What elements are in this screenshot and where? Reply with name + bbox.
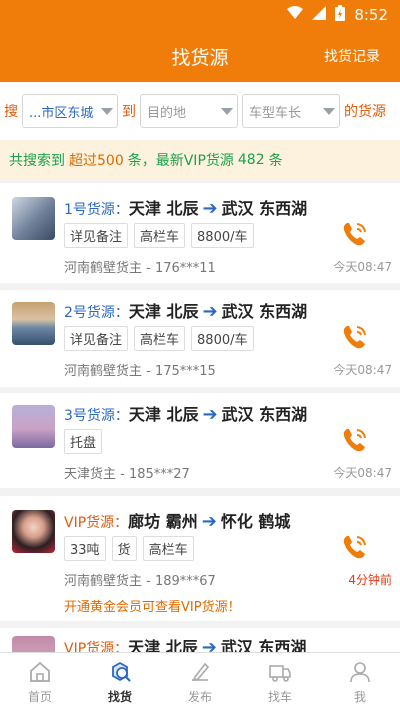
app-header: 找货源 找货记录 [0, 30, 400, 82]
find-cargo-icon [112, 661, 131, 682]
destination-select[interactable]: 目的地 [140, 94, 238, 128]
tab-me[interactable]: 我 [320, 653, 400, 710]
listing-tag: 详见备注 [64, 326, 129, 351]
summary-text: 条，最新VIP货源 [127, 153, 234, 169]
summary-text: 共搜索到 [9, 153, 65, 169]
vip-cargo-listing[interactable]: VIP货源：廊坊 霸州 ➔ 怀化 鹤城 33吨 货 高栏车 河南鹤壁货主 - 189… [0, 496, 400, 621]
phone-call-icon[interactable] [340, 425, 370, 455]
listing-tags: 托盘 [64, 429, 103, 454]
truck-icon [269, 664, 291, 682]
vip-promo-link[interactable]: 开通黄金会员可查看VIP货源！ [64, 596, 241, 615]
cargo-history-link[interactable]: 找货记录 [324, 46, 380, 66]
listing-number: 1号货源： [64, 202, 129, 218]
route-origin: 天津 北辰 [128, 302, 199, 321]
listing-number: 3号货源： [64, 408, 129, 424]
route-destination: 武汉 东西湖 [221, 302, 308, 321]
listing-owner: 河南鹤壁货主 - 189***67 [64, 574, 216, 589]
listing-time: 今天08:47 [333, 363, 392, 377]
search-filter-bar: 搜 ...市区东城 到 目的地 车型车长 的货源 [0, 82, 400, 140]
chevron-down-icon [323, 107, 335, 115]
wifi-icon [287, 6, 304, 24]
listing-tag: 详见备注 [64, 223, 129, 248]
listing-number: VIP货源： [64, 515, 129, 531]
chevron-down-icon [101, 107, 113, 115]
route-arrow-icon: ➔ [201, 511, 217, 532]
listing-number: 2号货源： [64, 305, 129, 321]
user-icon [350, 661, 370, 682]
route-origin: 天津 北辰 [128, 405, 199, 424]
phone-call-icon[interactable] [340, 532, 370, 562]
listing-time: 今天08:47 [333, 260, 392, 274]
route-destination: 怀化 鹤城 [220, 512, 291, 531]
status-time: 8:52 [354, 6, 388, 24]
listing-time: 今天08:47 [333, 466, 392, 480]
phone-call-icon[interactable] [340, 322, 370, 352]
listing-owner: 河南鹤壁货主 - 176***11 [64, 261, 216, 276]
listing-tag: 8800/车 [191, 223, 254, 248]
publish-icon [192, 662, 210, 681]
route-arrow-icon: ➔ [202, 198, 218, 219]
tab-label: 首页 [27, 689, 52, 704]
listing-thumbnail [12, 197, 55, 240]
listing-tag: 33吨 [64, 536, 106, 561]
result-summary: 共搜索到 超过500 条，最新VIP货源 482 条 [0, 140, 400, 180]
route-arrow-icon: ➔ [202, 301, 218, 322]
listing-owner: 天津货主 - 185***27 [64, 467, 190, 482]
cargo-listing[interactable]: 3号货源：天津 北辰 ➔ 武汉 东西湖 托盘 天津货主 - 185***27 今天0… [0, 393, 400, 488]
listing-owner: 河南鹤壁货主 - 175***15 [64, 364, 216, 379]
summary-vip-count: 482 [237, 152, 265, 168]
vehicle-placeholder: 车型车长 [249, 105, 302, 121]
summary-total: 超过500 [69, 153, 124, 169]
listing-tag: 高栏车 [134, 223, 186, 248]
vehicle-select[interactable]: 车型车长 [242, 94, 340, 128]
tab-publish[interactable]: 发布 [160, 653, 240, 710]
listing-route: 2号货源：天津 北辰 ➔ 武汉 东西湖 [64, 298, 307, 322]
origin-select[interactable]: ...市区东城 [22, 94, 118, 128]
tab-find-truck[interactable]: 找车 [240, 653, 320, 710]
listing-tag: 货 [111, 536, 137, 561]
listing-route: 1号货源：天津 北辰 ➔ 武汉 东西湖 [64, 195, 307, 219]
cargo-listing[interactable]: 1号货源：天津 北辰 ➔ 武汉 东西湖 详见备注 高栏车 8800/车 河南鹤壁货主… [0, 183, 400, 283]
page-title: 找货源 [171, 46, 229, 69]
summary-text: 条 [268, 153, 283, 169]
bottom-tab-bar: 首页 找货 发布 找车 我 [0, 652, 400, 710]
listing-tag: 8800/车 [191, 326, 254, 351]
listing-tags: 详见备注 高栏车 8800/车 [64, 326, 254, 351]
origin-value: ...市区东城 [29, 105, 94, 121]
signal-icon [312, 6, 327, 24]
listing-tag: 高栏车 [142, 536, 194, 561]
listing-tag: 高栏车 [134, 326, 186, 351]
listing-time: 4分钟前 [348, 573, 392, 587]
route-origin: 廊坊 霸州 [128, 512, 198, 531]
route-arrow-icon: ➔ [202, 404, 218, 425]
route-destination: 武汉 东西湖 [221, 405, 308, 424]
status-bar: 8:52 [0, 0, 400, 30]
listing-tags: 详见备注 高栏车 8800/车 [64, 223, 254, 248]
listing-route: VIP货源：廊坊 霸州 ➔ 怀化 鹤城 [64, 508, 290, 532]
destination-placeholder: 目的地 [147, 105, 187, 121]
phone-call-icon[interactable] [340, 219, 370, 249]
tab-label: 我 [353, 689, 366, 704]
to-label: 到 [122, 104, 136, 120]
tab-find-cargo[interactable]: 找货 [80, 653, 160, 710]
listing-thumbnail [12, 510, 55, 553]
tab-label: 找货 [107, 689, 132, 704]
route-origin: 天津 北辰 [128, 199, 199, 218]
route-destination: 武汉 东西湖 [221, 199, 308, 218]
listing-tag: 托盘 [64, 429, 103, 454]
listing-tags: 33吨 货 高栏车 [64, 536, 194, 561]
search-suffix-label: 的货源 [344, 104, 386, 120]
tab-label: 发布 [187, 689, 212, 704]
tab-home[interactable]: 首页 [0, 653, 80, 710]
battery-icon [335, 5, 346, 25]
cargo-listing[interactable]: 2号货源：天津 北辰 ➔ 武汉 东西湖 详见备注 高栏车 8800/车 河南鹤壁货主… [0, 290, 400, 387]
listing-route: 3号货源：天津 北辰 ➔ 武汉 东西湖 [64, 401, 307, 425]
listing-thumbnail [12, 302, 55, 345]
chevron-down-icon [221, 107, 233, 115]
tab-label: 找车 [267, 689, 292, 704]
home-icon [30, 661, 50, 682]
search-prefix-label: 搜 [4, 104, 18, 120]
listing-thumbnail [12, 405, 55, 448]
